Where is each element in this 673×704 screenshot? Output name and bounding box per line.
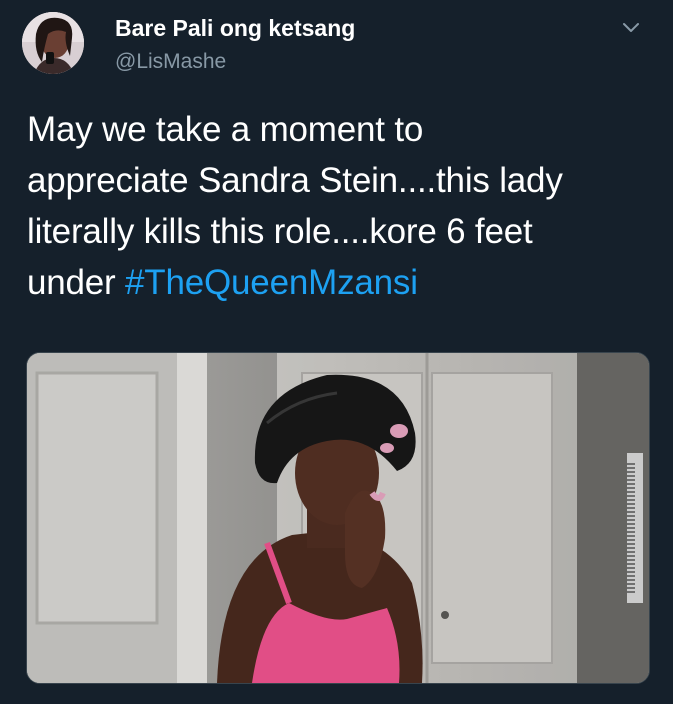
hashtag-link[interactable]: #TheQueenMzansi [125, 263, 418, 302]
tweet-media-image[interactable] [26, 352, 650, 684]
avatar[interactable] [22, 12, 84, 74]
tweet-text-line: under #TheQueenMzansi [27, 257, 657, 308]
tweet-text: May we take a moment to appreciate Sandr… [27, 104, 657, 308]
author-display-name[interactable]: Bare Pali ong ketsang [115, 15, 355, 42]
tweet-text-line: literally kills this role....kore 6 feet [27, 212, 533, 251]
tweet-text-line: appreciate Sandra Stein....this lady [27, 161, 563, 200]
photo-icon [27, 353, 649, 683]
profile-photo-icon [22, 12, 84, 74]
tweet-text-fragment: under [27, 263, 126, 302]
chevron-down-icon[interactable] [618, 14, 644, 40]
author-handle[interactable]: @LisMashe [115, 50, 226, 74]
tweet-text-line: May we take a moment to [27, 110, 424, 149]
